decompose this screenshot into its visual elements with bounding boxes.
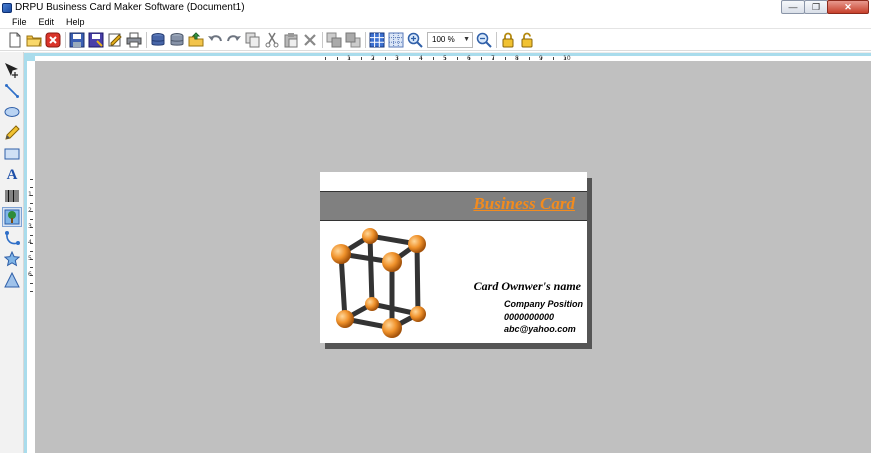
menu-bar: File Edit Help [0, 15, 871, 29]
toolbar-separator [146, 31, 147, 48]
ruler-tick [30, 283, 33, 284]
ruler-tick [30, 251, 33, 252]
ruler-label: 4 [28, 239, 32, 246]
chevron-down-icon: ▼ [463, 36, 470, 43]
image-tool-icon[interactable] [2, 207, 22, 227]
ruler-tick [457, 57, 458, 60]
pencil-tool-icon[interactable] [2, 123, 22, 143]
star-tool-icon[interactable] [2, 249, 22, 269]
main-toolbar: 100 % ▼ [0, 29, 871, 51]
card-title[interactable]: Business Card [473, 194, 575, 214]
ruler-tick [30, 203, 33, 204]
open-file-icon[interactable] [187, 31, 205, 49]
card-email[interactable]: abc@yahoo.com [504, 324, 576, 334]
zoom-select[interactable]: 100 % ▼ [427, 31, 473, 48]
card-company-position[interactable]: Company Position [504, 299, 583, 309]
line-tool-icon[interactable] [2, 81, 22, 101]
lock-icon[interactable] [499, 31, 517, 49]
copy-icon[interactable] [244, 31, 262, 49]
ruler-tick [30, 179, 33, 180]
pointer-move-icon[interactable] [2, 60, 22, 80]
redo-icon[interactable] [225, 31, 243, 49]
new-document-icon[interactable] [6, 31, 24, 49]
toolbar-separator [322, 31, 323, 48]
rectangle-tool-icon[interactable] [2, 144, 22, 164]
app-icon [2, 2, 12, 13]
business-card[interactable]: Business Card Card Ownwer's name Company… [320, 172, 587, 343]
menu-help[interactable]: Help [60, 17, 91, 27]
ruler-tick [505, 57, 506, 60]
window-title: DRPU Business Card Maker Software (Docum… [15, 2, 245, 13]
ruler-tick [361, 57, 362, 60]
ruler-tick [30, 291, 33, 292]
design-canvas[interactable]: Business Card Card Ownwer's name Company… [35, 61, 871, 453]
ellipse-tool-icon[interactable] [2, 102, 22, 122]
tools-panel: A [0, 52, 24, 453]
ruler-tick [325, 57, 326, 60]
ruler-tick [481, 57, 482, 60]
ruler-tick [409, 57, 410, 60]
toolbar-separator [365, 31, 366, 48]
text-tool-icon[interactable]: A [2, 165, 22, 185]
unlock-icon[interactable] [518, 31, 536, 49]
maximize-button[interactable]: ❐ [804, 0, 828, 14]
print-icon[interactable] [125, 31, 143, 49]
send-back-icon[interactable] [344, 31, 362, 49]
database-icon[interactable] [168, 31, 186, 49]
ruler-label: 3 [28, 223, 32, 230]
cut-icon[interactable] [263, 31, 281, 49]
ruler-tick [433, 57, 434, 60]
title-bar: DRPU Business Card Maker Software (Docum… [0, 0, 871, 15]
menu-edit[interactable]: Edit [33, 17, 61, 27]
ruler-tick [553, 57, 554, 60]
bring-front-icon[interactable] [325, 31, 343, 49]
toolbar-separator [65, 31, 66, 48]
vertical-ruler: 1 2 3 4 5 6 [24, 61, 35, 453]
open-folder-icon[interactable] [25, 31, 43, 49]
text-tool-glyph: A [6, 166, 18, 183]
card-phone[interactable]: 0000000000 [504, 312, 554, 322]
ruler-label: 2 [28, 207, 32, 214]
cube-logo-icon[interactable] [330, 224, 432, 340]
card-owner-name[interactable]: Card Ownwer's name [474, 279, 581, 294]
ruler-label: 5 [28, 255, 32, 262]
grid-icon[interactable] [368, 31, 386, 49]
close-document-icon[interactable] [44, 31, 62, 49]
paste-icon[interactable] [282, 31, 300, 49]
ruler-tick [337, 57, 338, 60]
close-button[interactable]: ✕ [827, 0, 869, 14]
ruler-label: 1 [28, 191, 32, 198]
triangle-tool-icon[interactable] [2, 270, 22, 290]
save-as-icon[interactable] [87, 31, 105, 49]
edit-properties-icon[interactable] [106, 31, 124, 49]
ruler-tick [529, 57, 530, 60]
ruler-label: 6 [28, 271, 32, 278]
minimize-button[interactable]: — [781, 0, 805, 14]
ruler-tick [30, 187, 33, 188]
horizontal-ruler: 1 2 3 4 5 6 7 8 9 10 [35, 53, 871, 62]
work-area: A 1 2 3 4 5 6 7 8 9 10 1 2 3 4 5 6 Business Card [0, 52, 871, 453]
toolbar-separator [496, 31, 497, 48]
undo-icon[interactable] [206, 31, 224, 49]
window-controls: — ❐ ✕ [781, 0, 869, 14]
card-divider [320, 220, 587, 221]
barcode-tool-icon[interactable] [2, 186, 22, 206]
ruler-corner [24, 53, 35, 61]
menu-file[interactable]: File [0, 17, 33, 27]
ruler-tick [30, 267, 33, 268]
ruler-tick [385, 57, 386, 60]
ruler-tick [30, 219, 33, 220]
database-import-icon[interactable] [149, 31, 167, 49]
curve-tool-icon[interactable] [2, 228, 22, 248]
save-icon[interactable] [68, 31, 86, 49]
zoom-value: 100 % [432, 35, 455, 44]
zoom-out-icon[interactable] [475, 31, 493, 49]
zoom-in-icon[interactable] [406, 31, 424, 49]
snap-grid-icon[interactable] [387, 31, 405, 49]
ruler-tick [30, 235, 33, 236]
delete-icon[interactable] [301, 31, 319, 49]
